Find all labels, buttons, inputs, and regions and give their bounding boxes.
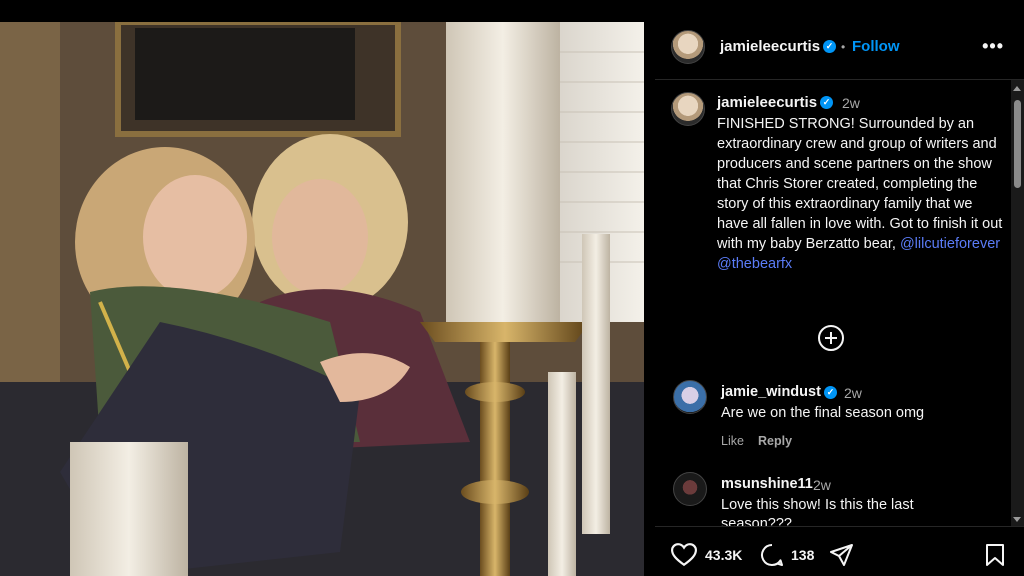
caption-avatar[interactable]: [671, 92, 705, 126]
caption-timestamp[interactable]: 2w: [842, 95, 860, 111]
scroll-down-arrow-icon[interactable]: [1013, 517, 1021, 522]
comment-text: Love this show! Is this the last season?…: [721, 497, 914, 526]
bookmark-icon[interactable]: [985, 543, 1005, 567]
more-options-icon[interactable]: •••: [982, 36, 1004, 57]
likes-count[interactable]: 43.3K: [705, 547, 742, 563]
post-panel: jamieleecurtis ✓ • Follow ••• jamieleecu…: [655, 14, 1024, 576]
header-username[interactable]: jamieleecurtis: [720, 38, 820, 55]
author-avatar[interactable]: [671, 30, 705, 64]
comment-timestamp[interactable]: 2w: [844, 385, 862, 401]
scrollbar-thumb[interactable]: [1014, 100, 1021, 188]
comments-count[interactable]: 138: [791, 547, 814, 563]
top-bar: [0, 0, 1024, 14]
comment-avatar[interactable]: [673, 380, 707, 414]
verified-badge-icon: ✓: [823, 40, 836, 53]
comment-avatar[interactable]: [673, 472, 707, 506]
share-icon[interactable]: [830, 544, 854, 566]
caption-body: FINISHED STRONG! Surrounded by an extrao…: [717, 116, 1003, 252]
verified-badge-icon: ✓: [824, 386, 837, 399]
post-photo-illustration: [0, 22, 644, 576]
heart-icon[interactable]: [671, 543, 697, 567]
like-comment-button[interactable]: Like: [721, 434, 744, 448]
scroll-up-arrow-icon[interactable]: [1013, 86, 1021, 91]
load-more-comments-icon[interactable]: [818, 325, 844, 351]
caption-username[interactable]: jamieleecurtis: [717, 94, 817, 111]
follow-button[interactable]: Follow: [852, 38, 900, 55]
post-actions-bar: 43.3K 138: [655, 526, 1024, 576]
comment-username[interactable]: jamie_windust: [721, 384, 821, 400]
post-photo[interactable]: [0, 22, 644, 576]
comment-timestamp[interactable]: 2w: [813, 477, 831, 493]
caption-text: FINISHED STRONG! Surrounded by an extrao…: [717, 114, 1007, 274]
verified-badge-icon: ✓: [820, 96, 833, 109]
comment-icon[interactable]: [760, 543, 784, 567]
mention-link-1[interactable]: @lilcutieforever: [900, 236, 1000, 252]
post-header: jamieleecurtis ✓ • Follow •••: [655, 14, 1024, 80]
comment-username[interactable]: msunshine11: [721, 476, 813, 492]
comments-scroll-area[interactable]: jamieleecurtis ✓ 2w FINISHED STRONG! Sur…: [655, 80, 1024, 526]
reply-comment-button[interactable]: Reply: [758, 434, 792, 448]
comment-text: Are we on the final season omg: [721, 405, 925, 421]
header-separator: •: [841, 40, 846, 54]
mention-link-2[interactable]: @thebearfx: [717, 256, 792, 272]
